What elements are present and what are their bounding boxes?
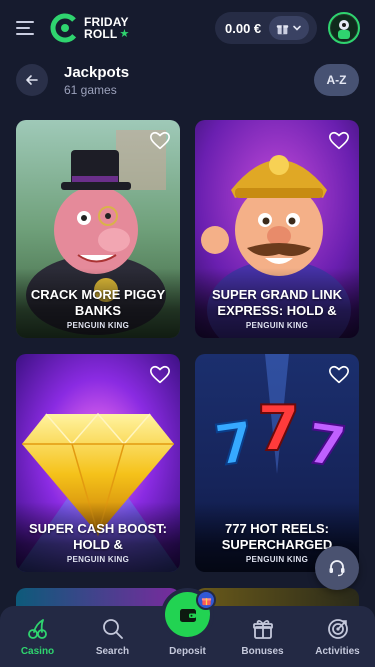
nav-label: Deposit [169,646,206,657]
game-count: 61 games [64,83,117,97]
avatar-icon [331,15,357,41]
gift-icon [276,24,289,34]
back-button[interactable] [16,64,48,96]
game-card[interactable]: SUPER CASH BOOST: HOLD & PENGUIN KING [16,354,180,572]
nav-label: Activities [315,646,360,657]
page-title: Jackpots [64,64,130,81]
user-avatar[interactable] [328,12,360,44]
arrow-left-icon [26,75,38,85]
cherries-icon [27,619,47,639]
game-provider: PENGUIN KING [66,321,130,330]
game-card[interactable]: CRACK MORE PIGGY BANKS PENGUIN KING [16,120,180,338]
game-provider: PENGUIN KING [245,321,309,330]
svg-text:7: 7 [257,392,300,465]
game-title: SUPER CASH BOOST: HOLD & [29,521,167,552]
brand-line2: ROLL [84,27,118,41]
heart-icon[interactable] [149,364,171,386]
game-title: CRACK MORE PIGGY BANKS [30,287,166,318]
wallet-icon [179,608,196,622]
heart-icon[interactable] [328,364,350,386]
nav-activities[interactable]: Activities [303,617,373,657]
support-chat-button[interactable] [315,546,359,590]
page-heading: Jackpots 61 games [64,64,129,98]
chevron-down-icon [293,25,301,31]
nav-bonuses[interactable]: Bonuses [228,617,298,657]
top-header: FRIDAY ROLL ★ [0,0,375,56]
game-provider: PENGUIN KING [66,555,130,564]
gift-badge-icon [201,597,211,605]
balance-pill[interactable]: 0.00 € [215,12,317,44]
search-icon [102,619,123,639]
nav-label: Casino [20,646,55,657]
game-title: SUPER GRAND LINK EXPRESS: HOLD & [211,287,342,318]
heart-icon[interactable] [328,130,350,152]
balance-amount: 0.00 € [225,20,262,36]
brand-logo[interactable]: FRIDAY ROLL ★ [50,13,130,43]
heart-icon[interactable] [149,130,171,152]
nav-search[interactable]: Search [78,617,148,657]
hamburger-menu-icon[interactable] [16,16,40,40]
nav-label: Search [95,646,130,657]
deposit-promo-badge [196,590,216,610]
target-icon [327,619,348,639]
star-icon: ★ [119,28,130,40]
game-card[interactable]: SUPER GRAND LINK EXPRESS: HOLD & PENGUIN… [195,120,359,338]
sort-az-button[interactable]: A-Z [314,64,359,96]
balance-dropdown[interactable] [269,16,310,40]
nav-label: Bonuses [241,646,284,657]
nav-casino[interactable]: Casino [3,617,73,657]
gift-icon [252,620,273,639]
headset-icon [329,560,345,577]
game-card[interactable]: 7 7 7 777 HOT REELS: SUPERCHARGED PENGUI… [195,354,359,572]
logo-mark-icon [50,13,80,43]
games-grid: CRACK MORE PIGGY BANKS PENGUIN KING SUPE… [16,120,359,628]
